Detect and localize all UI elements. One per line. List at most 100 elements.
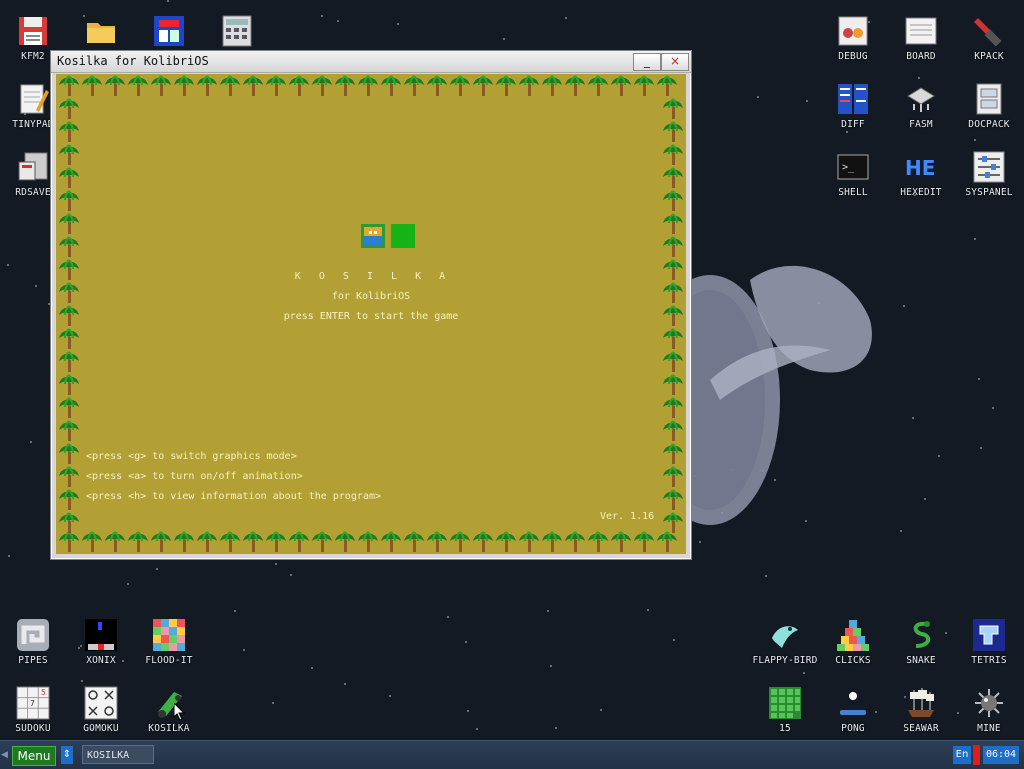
palm-tree-icon xyxy=(82,531,102,552)
folder-icon xyxy=(84,14,118,48)
palm-tree-icon xyxy=(59,282,79,303)
palm-tree-icon xyxy=(611,75,631,96)
kosilka-label: KOSILKA xyxy=(148,723,190,734)
game-canvas[interactable]: K O S I L K A for KolibriOS press ENTER … xyxy=(56,74,686,554)
clock[interactable]: 06:04 xyxy=(983,746,1019,764)
tetris-icon xyxy=(972,618,1006,652)
syspanel-label: SYSPANEL xyxy=(965,187,1013,198)
palm-tree-icon xyxy=(663,512,683,533)
palm-tree-icon xyxy=(59,75,79,96)
pong-icon xyxy=(836,686,870,720)
palm-tree-icon xyxy=(657,75,677,96)
star xyxy=(550,665,552,667)
star xyxy=(275,563,277,565)
tetris-desktop-icon[interactable]: TETRIS xyxy=(957,610,1021,674)
palm-tree-icon xyxy=(496,75,516,96)
taskbar-left-arrow-icon[interactable]: ◀ xyxy=(1,750,8,760)
palm-tree-icon xyxy=(381,531,401,552)
star xyxy=(900,530,902,532)
palm-tree-icon xyxy=(663,98,683,119)
palm-tree-icon xyxy=(663,328,683,349)
star xyxy=(980,447,982,449)
star xyxy=(30,441,32,443)
palm-tree-icon xyxy=(519,531,539,552)
palm-tree-icon xyxy=(427,531,447,552)
close-button[interactable]: × xyxy=(661,53,689,71)
activity-indicator xyxy=(973,745,980,765)
docpack-label: DOCPACK xyxy=(968,119,1010,130)
palm-tree-icon xyxy=(266,531,286,552)
window-titlebar[interactable]: Kosilka for KolibriOS _ × xyxy=(51,51,691,73)
star xyxy=(344,683,346,685)
flood-it-icon xyxy=(152,618,186,652)
version-label: Ver. 1.16 xyxy=(600,511,655,522)
palm-tree-icon xyxy=(565,531,585,552)
palm-tree-icon xyxy=(59,531,79,552)
sudoku-icon: 75 xyxy=(16,686,50,720)
palm-tree-icon xyxy=(174,75,194,96)
hint-animation: <press <a> to turn on/off animation> xyxy=(86,471,303,482)
palm-tree-icon xyxy=(663,351,683,372)
gomoku-icon xyxy=(84,686,118,720)
palm-tree-icon xyxy=(404,75,424,96)
palm-tree-icon xyxy=(59,466,79,487)
palm-tree-icon xyxy=(151,75,171,96)
star xyxy=(397,23,399,25)
game-subtitle: for KolibriOS xyxy=(331,291,411,302)
floppy-icon xyxy=(16,14,50,48)
syspanel-desktop-icon[interactable]: SYSPANEL xyxy=(957,142,1021,206)
palm-tree-icon xyxy=(473,75,493,96)
star xyxy=(565,17,567,19)
palm-tree-icon xyxy=(663,420,683,441)
star xyxy=(290,574,292,576)
xonix-icon xyxy=(84,618,118,652)
kosilka-desktop-icon[interactable]: KOSILKA xyxy=(137,678,201,742)
palm-tree-icon xyxy=(59,190,79,211)
star xyxy=(903,305,905,307)
palm-tree-icon xyxy=(243,75,263,96)
updown-arrow-icon[interactable]: ⇕ xyxy=(61,746,73,764)
palm-tree-icon xyxy=(542,75,562,96)
star xyxy=(389,695,391,697)
palm-tree-icon xyxy=(105,531,125,552)
palm-tree-icon xyxy=(565,75,585,96)
palm-tree-icon xyxy=(59,121,79,142)
palm-tree-icon xyxy=(519,75,539,96)
minimize-button[interactable]: _ xyxy=(633,53,661,71)
palm-tree-icon xyxy=(197,531,217,552)
mine-desktop-icon[interactable]: MINE xyxy=(957,678,1021,742)
kpack-icon xyxy=(972,14,1006,48)
docpack-desktop-icon[interactable]: DOCPACK xyxy=(957,74,1021,138)
palm-tree-icon xyxy=(289,75,309,96)
palm-tree-icon xyxy=(174,531,194,552)
palm-tree-icon xyxy=(358,75,378,96)
mouse-cursor xyxy=(174,703,186,721)
palm-tree-icon xyxy=(657,531,677,552)
palm-tree-icon xyxy=(473,531,493,552)
palm-tree-icon xyxy=(634,75,654,96)
taskbar-task-kosilka[interactable]: KOSILKA xyxy=(82,745,154,764)
menu-button[interactable]: Menu xyxy=(12,746,56,766)
star xyxy=(35,285,37,287)
star xyxy=(476,728,478,730)
palm-tree-icon xyxy=(381,75,401,96)
palm-tree-icon xyxy=(151,531,171,552)
star xyxy=(243,649,245,651)
star xyxy=(978,378,980,380)
clicks-icon xyxy=(836,618,870,652)
star xyxy=(503,38,505,40)
flood-it-desktop-icon[interactable]: FLOOD-IT xyxy=(137,610,201,674)
palm-tree-icon xyxy=(588,75,608,96)
palm-tree-icon xyxy=(128,75,148,96)
star xyxy=(547,610,549,612)
star xyxy=(912,417,914,419)
palm-tree-icon xyxy=(82,75,102,96)
star xyxy=(337,20,339,22)
hint-info: <press <h> to view information about the… xyxy=(86,491,382,502)
star xyxy=(127,583,129,585)
docpack-icon xyxy=(972,82,1006,116)
palm-tree-icon xyxy=(663,121,683,142)
kpack-desktop-icon[interactable]: KPACK xyxy=(957,6,1021,70)
language-indicator[interactable]: En xyxy=(953,746,971,764)
fifteen-icon xyxy=(768,686,802,720)
